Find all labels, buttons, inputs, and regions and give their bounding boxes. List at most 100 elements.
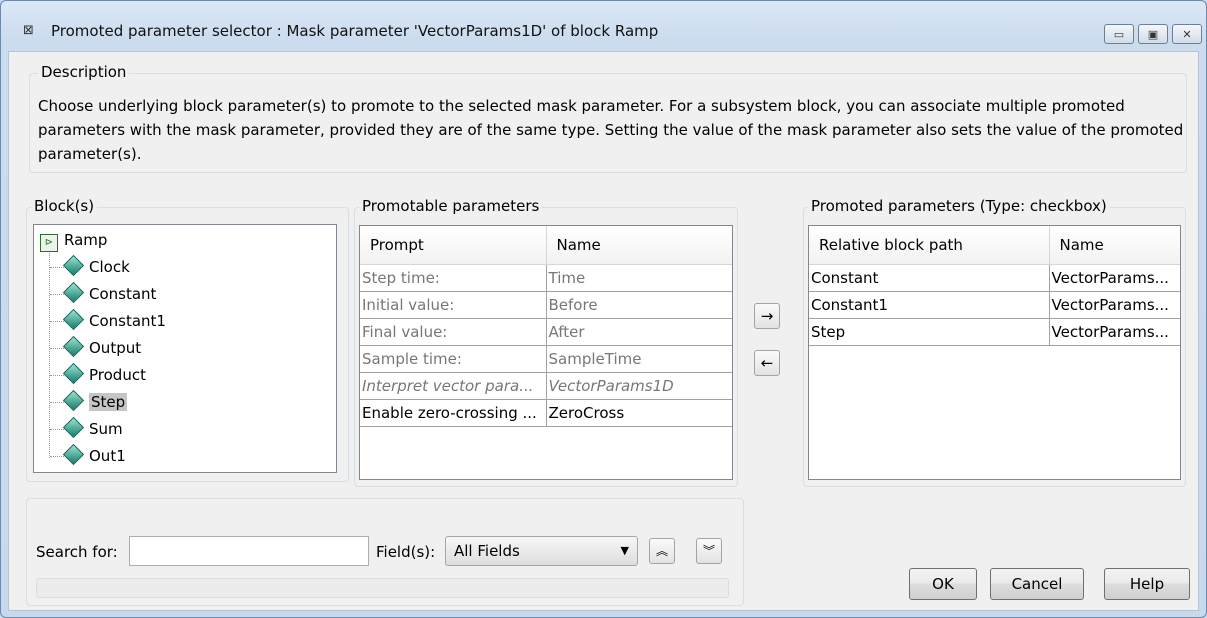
name-cell: VectorParams... bbox=[1049, 318, 1180, 346]
column-header-relative-path[interactable]: Relative block path bbox=[809, 226, 1050, 265]
description-label: Description bbox=[38, 63, 130, 81]
tree-item-step[interactable]: Step bbox=[62, 389, 128, 415]
tree-item-output[interactable]: Output bbox=[62, 335, 142, 361]
window-title: Promoted parameter selector : Mask param… bbox=[51, 22, 659, 40]
table-row[interactable]: Constant VectorParams... bbox=[809, 264, 1180, 292]
table-row[interactable]: Sample time: SampleTime bbox=[360, 345, 732, 373]
tree-item-label: Ramp bbox=[64, 231, 108, 249]
promoted-table-panel: Relative block path Name Constant Vector… bbox=[808, 225, 1181, 480]
tree-item-sum[interactable]: Sum bbox=[62, 416, 123, 442]
blocks-label: Block(s) bbox=[31, 197, 98, 215]
tree-branch bbox=[50, 429, 64, 430]
block-diamond-icon bbox=[62, 308, 85, 331]
table-row[interactable]: Step VectorParams... bbox=[809, 318, 1180, 346]
close-icon: ✕ bbox=[1182, 28, 1192, 41]
tree-branch bbox=[50, 456, 64, 457]
tree-item-product[interactable]: Product bbox=[62, 362, 146, 388]
remove-promoted-button[interactable]: ← bbox=[754, 350, 780, 376]
block-diamond-icon bbox=[62, 335, 85, 358]
tree-branch bbox=[50, 375, 64, 376]
promotable-header-row: Prompt Name bbox=[360, 226, 732, 265]
table-row[interactable]: Interpret vector para... VectorParams1D bbox=[360, 372, 732, 400]
prompt-cell: Initial value: bbox=[360, 291, 547, 319]
double-chevron-up-icon: ︽ bbox=[655, 544, 668, 558]
column-header-name[interactable]: Name bbox=[546, 226, 732, 265]
tree-item-label: Product bbox=[89, 366, 146, 384]
path-cell: Constant bbox=[809, 264, 1050, 292]
block-diamond-icon bbox=[62, 389, 85, 412]
arrow-right-icon: → bbox=[760, 307, 774, 325]
name-cell: VectorParams1D bbox=[546, 372, 732, 400]
block-diamond-icon bbox=[62, 362, 85, 385]
tree-item-ramp[interactable]: ⊳ Ramp bbox=[40, 227, 107, 253]
prompt-cell: Step time: bbox=[360, 264, 547, 292]
cancel-button[interactable]: Cancel bbox=[990, 568, 1084, 600]
fields-select[interactable]: All Fields ▼ bbox=[445, 536, 638, 566]
path-cell: Constant1 bbox=[809, 291, 1050, 319]
arrow-left-icon: ← bbox=[760, 354, 774, 372]
tree-item-label: Out1 bbox=[89, 447, 126, 465]
name-cell: ZeroCross bbox=[546, 399, 732, 427]
maximize-icon: ▣ bbox=[1147, 28, 1159, 41]
promotable-table: Prompt Name Step time: Time Initial valu… bbox=[360, 226, 732, 427]
block-diamond-icon bbox=[62, 443, 85, 466]
table-row[interactable]: Step time: Time bbox=[360, 264, 732, 292]
fields-label: Field(s): bbox=[376, 543, 436, 561]
prompt-cell: Enable zero-crossing ... bbox=[360, 399, 547, 427]
tree-item-label: Constant bbox=[89, 285, 157, 303]
title-bar[interactable]: ⊠ Promoted parameter selector : Mask par… bbox=[1, 1, 1206, 44]
block-diamond-icon bbox=[62, 281, 85, 304]
tree-item-clock[interactable]: Clock bbox=[62, 254, 130, 280]
search-status-area bbox=[36, 578, 729, 598]
add-promoted-button[interactable]: → bbox=[754, 303, 780, 329]
double-chevron-down-icon: ︾ bbox=[702, 544, 715, 558]
name-cell: Before bbox=[546, 291, 732, 319]
tree-item-constant[interactable]: Constant bbox=[62, 281, 157, 307]
block-diamond-icon bbox=[62, 254, 85, 277]
simulink-block-icon: ⊠ bbox=[23, 23, 34, 38]
help-button[interactable]: Help bbox=[1104, 568, 1190, 600]
search-input[interactable] bbox=[129, 536, 369, 566]
ok-button[interactable]: OK bbox=[909, 568, 977, 600]
tree-branch bbox=[50, 402, 64, 403]
name-cell: VectorParams... bbox=[1049, 291, 1180, 319]
column-header-name[interactable]: Name bbox=[1049, 226, 1180, 265]
tree-item-constant1[interactable]: Constant1 bbox=[62, 308, 166, 334]
table-row[interactable]: Final value: After bbox=[360, 318, 732, 346]
tree-item-label: Constant1 bbox=[89, 312, 166, 330]
prompt-cell: Interpret vector para... bbox=[360, 372, 547, 400]
tree-branch bbox=[50, 321, 64, 322]
search-previous-button[interactable]: ︽ bbox=[649, 538, 675, 564]
tree-item-label: Sum bbox=[89, 420, 123, 438]
tree-branch bbox=[50, 267, 64, 268]
block-diamond-icon bbox=[62, 416, 85, 439]
name-cell: VectorParams... bbox=[1049, 264, 1180, 292]
dropdown-arrow-icon: ▼ bbox=[620, 544, 629, 557]
path-cell: Step bbox=[809, 318, 1050, 346]
minimize-button[interactable]: ▭ bbox=[1104, 24, 1134, 44]
table-row[interactable]: Enable zero-crossing ... ZeroCross bbox=[360, 399, 732, 427]
promoted-header-row: Relative block path Name bbox=[809, 226, 1180, 265]
promotable-label: Promotable parameters bbox=[359, 197, 543, 215]
tree-item-out1[interactable]: Out1 bbox=[62, 443, 126, 469]
name-cell: SampleTime bbox=[546, 345, 732, 373]
column-header-prompt[interactable]: Prompt bbox=[360, 226, 547, 265]
table-row[interactable]: Constant1 VectorParams... bbox=[809, 291, 1180, 319]
table-row[interactable]: Initial value: Before bbox=[360, 291, 732, 319]
tree-item-label-selected: Step bbox=[89, 393, 128, 411]
promoted-table: Relative block path Name Constant Vector… bbox=[809, 226, 1180, 346]
dialog-client-area: Description Choose underlying block para… bbox=[8, 51, 1199, 611]
name-cell: Time bbox=[546, 264, 732, 292]
fields-select-value: All Fields bbox=[454, 542, 520, 560]
promotable-table-panel: Prompt Name Step time: Time Initial valu… bbox=[359, 225, 733, 480]
close-button[interactable]: ✕ bbox=[1172, 24, 1202, 44]
search-next-button[interactable]: ︾ bbox=[696, 538, 722, 564]
maximize-button[interactable]: ▣ bbox=[1138, 24, 1168, 44]
tree-item-label: Output bbox=[89, 339, 142, 357]
subsystem-icon: ⊳ bbox=[40, 234, 58, 252]
prompt-cell: Final value: bbox=[360, 318, 547, 346]
block-tree[interactable]: ⊳ Ramp Clock Constant Constant1 Output Pr… bbox=[33, 224, 337, 473]
minimize-icon: ▭ bbox=[1113, 28, 1125, 41]
tree-branch bbox=[50, 348, 64, 349]
promoted-label: Promoted parameters (Type: checkbox) bbox=[808, 197, 1110, 215]
